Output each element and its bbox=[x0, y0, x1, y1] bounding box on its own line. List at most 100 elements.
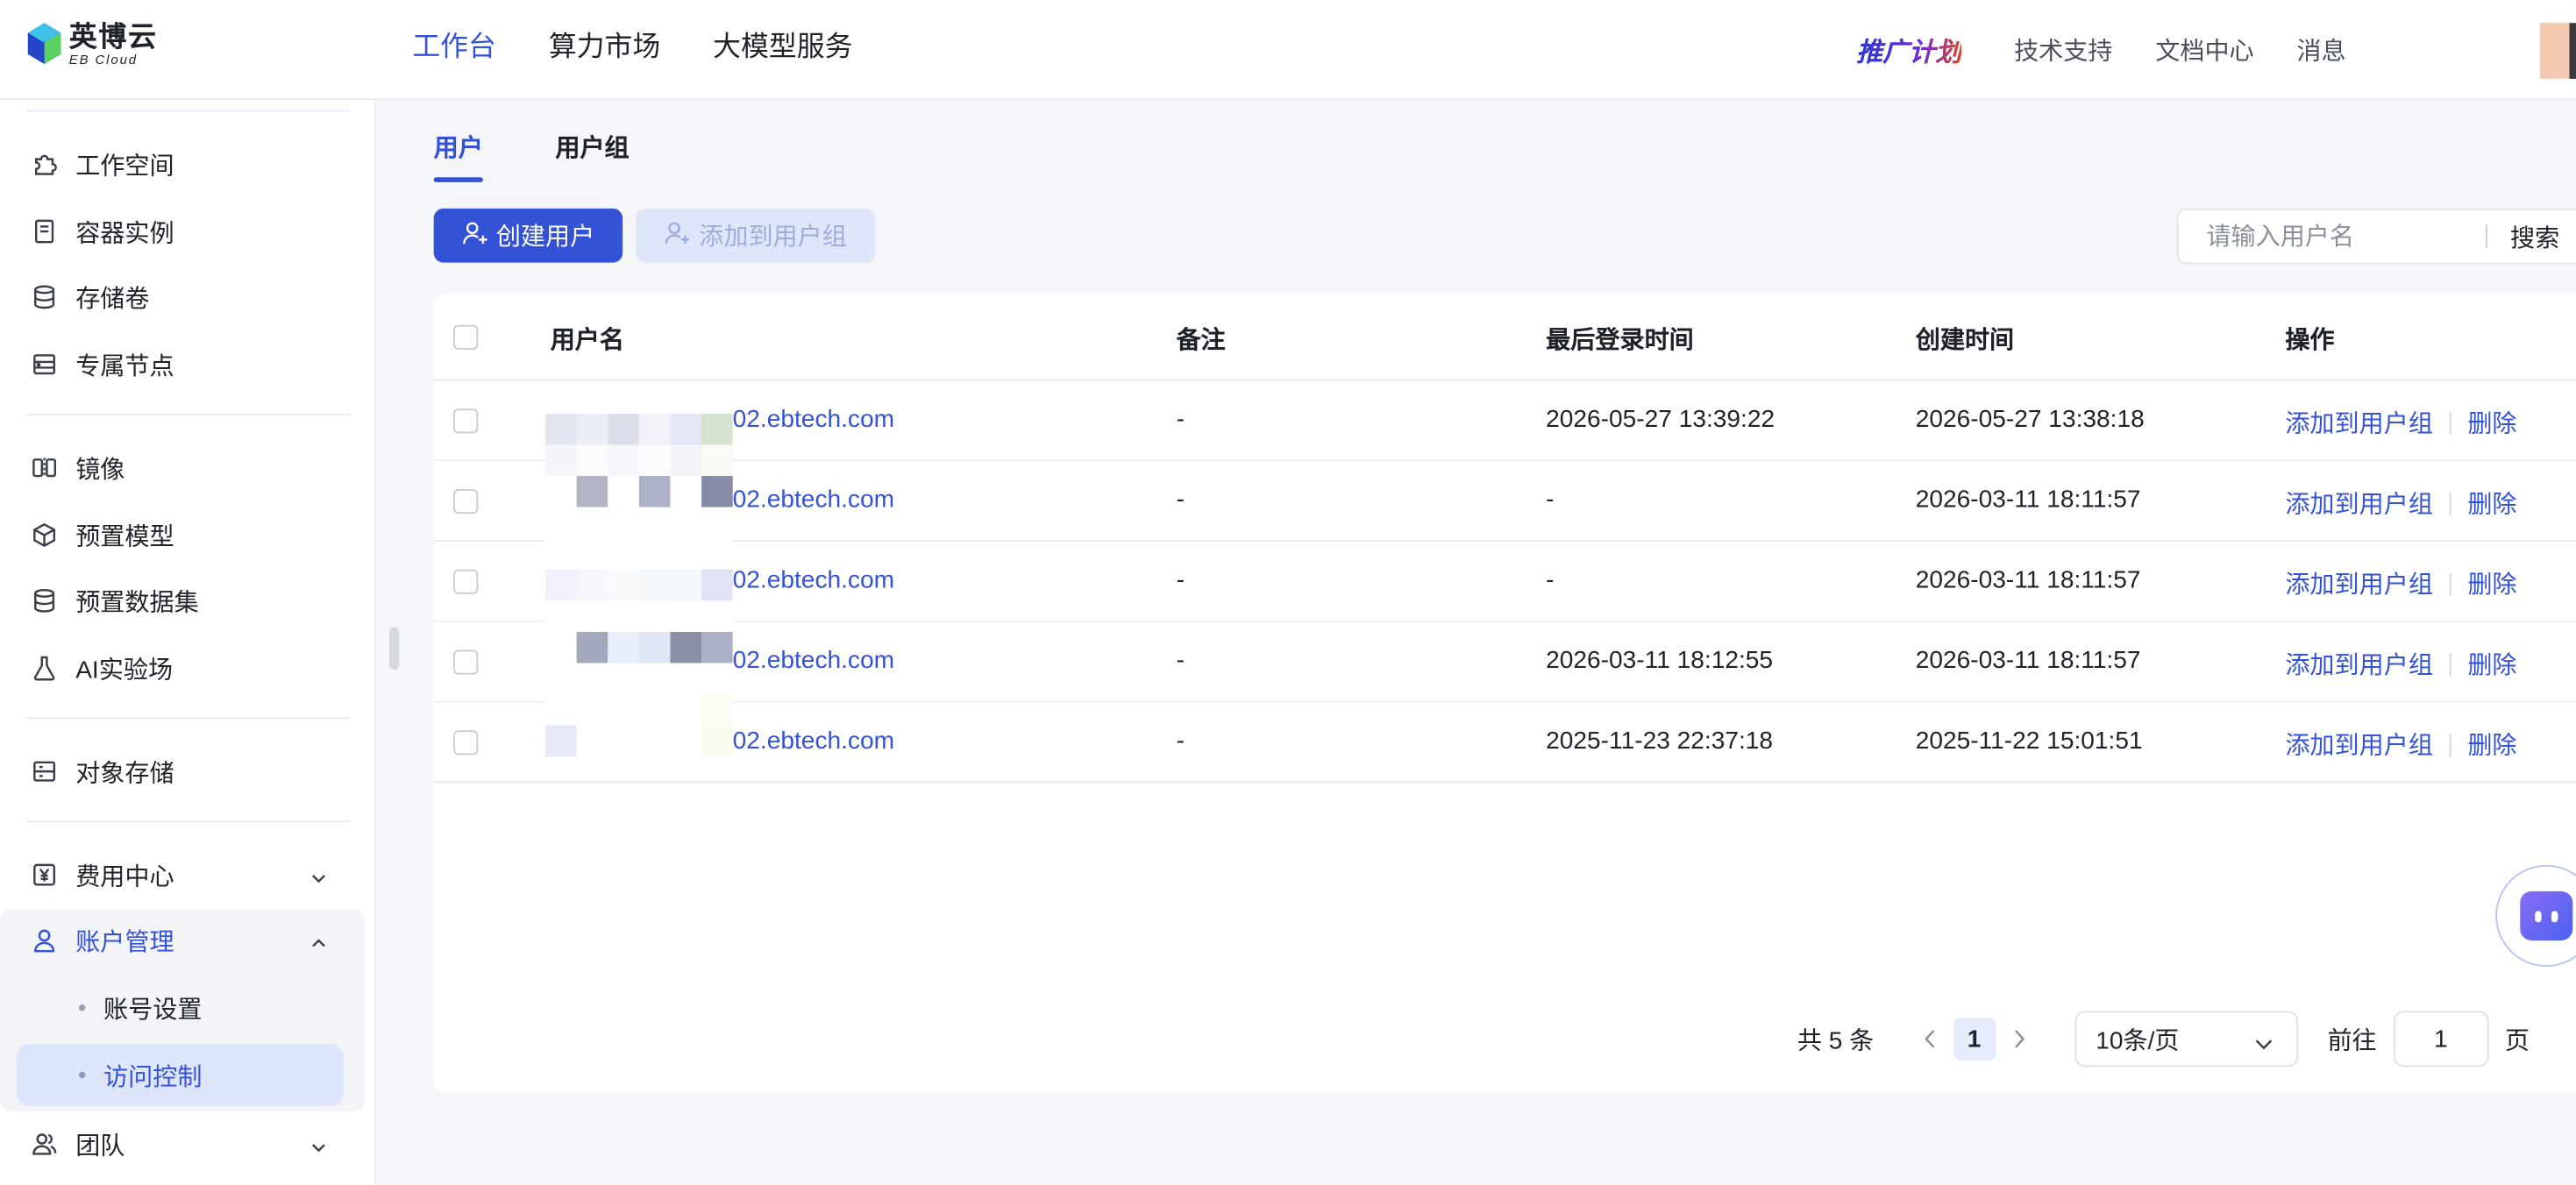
sidebar-item-image[interactable]: 镜像 bbox=[0, 440, 376, 496]
created-cell: 2026-03-11 18:11:57 bbox=[1915, 566, 2141, 594]
chevron-down-icon bbox=[310, 1134, 327, 1153]
logo[interactable]: 英博云 EB Cloud bbox=[26, 21, 158, 67]
sidebar-item-label: 账户管理 bbox=[75, 927, 174, 956]
sidebar-item-workspace[interactable]: 工作空间 bbox=[0, 136, 376, 192]
action-divider bbox=[2449, 571, 2451, 595]
sidebar-item-label: 专属节点 bbox=[75, 351, 174, 380]
app-root: 英博云 EB Cloud 工作台 算力市场 大模型服务 推广计划 技术支持 文档… bbox=[0, 0, 2576, 1185]
messages-link[interactable]: 消息 bbox=[2296, 32, 2345, 67]
last-login-cell: 2026-05-27 13:39:22 bbox=[1546, 405, 1775, 434]
delete-action[interactable]: 删除 bbox=[2467, 566, 2516, 600]
sidebar-item-label: 费用中心 bbox=[75, 862, 174, 891]
tab-user-groups[interactable]: 用户组 bbox=[555, 131, 629, 181]
add-to-group-action[interactable]: 添加到用户组 bbox=[2285, 566, 2433, 600]
table-row: 02.ebtech.com - - 2026-03-11 18:11:57 添加… bbox=[433, 542, 2576, 622]
dataset-icon bbox=[30, 586, 60, 616]
sidebar-item-container[interactable]: 容器实例 bbox=[0, 203, 376, 259]
goto-page-input[interactable] bbox=[2393, 1011, 2489, 1068]
sidebar-item-label: 预置模型 bbox=[75, 522, 174, 551]
sidebar-item-billing[interactable]: 费用中心 bbox=[0, 847, 376, 903]
last-login-cell: 2025-11-23 22:37:18 bbox=[1546, 727, 1774, 756]
add-to-group-button[interactable]: 添加到用户组 bbox=[636, 208, 876, 263]
topnav-compute-market[interactable]: 算力市场 bbox=[549, 28, 660, 67]
create-user-button[interactable]: 创建用户 bbox=[433, 208, 623, 263]
user-avatar[interactable] bbox=[2539, 23, 2576, 79]
topnav-workbench[interactable]: 工作台 bbox=[412, 28, 496, 67]
select-all-checkbox[interactable] bbox=[453, 324, 479, 350]
sidebar-resize-handle[interactable] bbox=[389, 627, 400, 671]
next-page-icon[interactable] bbox=[2005, 1025, 2032, 1052]
username-link[interactable]: 02.ebtech.com bbox=[733, 406, 894, 434]
row-actions: 添加到用户组 删除 bbox=[2285, 647, 2516, 681]
team-icon bbox=[30, 1129, 60, 1159]
sidebar-item-label: 容器实例 bbox=[75, 218, 174, 247]
topnav-llm-service[interactable]: 大模型服务 bbox=[713, 28, 852, 67]
add-to-group-label: 添加到用户组 bbox=[699, 223, 847, 252]
sidebar-item-preset-dataset[interactable]: 预置数据集 bbox=[0, 573, 376, 629]
action-divider bbox=[2449, 491, 2451, 515]
delete-action[interactable]: 删除 bbox=[2467, 647, 2516, 681]
tab-users[interactable]: 用户 bbox=[433, 131, 483, 182]
table-row: 02.ebtech.com - 2026-03-11 18:12:55 2026… bbox=[433, 622, 2576, 703]
support-link[interactable]: 技术支持 bbox=[2014, 32, 2112, 67]
prev-page-icon[interactable] bbox=[1917, 1025, 1943, 1052]
sidebar-item-preset-model[interactable]: 预置模型 bbox=[0, 507, 376, 564]
note-cell: - bbox=[1176, 646, 1185, 675]
row-checkbox[interactable] bbox=[453, 649, 479, 675]
chevron-down-icon bbox=[2253, 1031, 2273, 1059]
row-actions: 添加到用户组 删除 bbox=[2285, 486, 2516, 520]
node-icon bbox=[30, 350, 60, 380]
row-checkbox[interactable] bbox=[453, 730, 479, 756]
sidebar-subitem-account-settings[interactable]: 账号设置 bbox=[17, 976, 344, 1039]
row-actions: 添加到用户组 删除 bbox=[2285, 406, 2516, 440]
row-checkbox[interactable] bbox=[453, 569, 479, 594]
row-checkbox[interactable] bbox=[453, 408, 479, 434]
sidebar-subitem-access-control[interactable]: 访问控制 bbox=[16, 1043, 344, 1107]
users-table: 用户名 备注 最后登录时间 创建时间 操作 02.ebtech.com - 20… bbox=[433, 294, 2576, 1094]
username-link[interactable]: 02.ebtech.com bbox=[733, 486, 894, 514]
username-link[interactable]: 02.ebtech.com bbox=[733, 647, 894, 675]
promo-link[interactable]: 推广计划 bbox=[1856, 30, 1961, 69]
add-to-group-action[interactable]: 添加到用户组 bbox=[2285, 647, 2433, 681]
top-links: 推广计划 技术支持 文档中心 消息 bbox=[1856, 30, 2345, 69]
mirror-icon bbox=[30, 453, 60, 483]
sidebar-item-dedicated-node[interactable]: 专属节点 bbox=[0, 337, 376, 393]
docs-link[interactable]: 文档中心 bbox=[2155, 32, 2253, 67]
sidebar-divider bbox=[25, 110, 351, 112]
created-cell: 2025-11-22 15:01:51 bbox=[1915, 727, 2143, 756]
page-number[interactable]: 1 bbox=[1953, 1018, 1996, 1061]
goto-label: 前往 bbox=[2327, 1026, 2377, 1055]
search-button[interactable]: 搜索 bbox=[2510, 219, 2559, 253]
sidebar-item-volume[interactable]: 存储卷 bbox=[0, 269, 376, 325]
sidebar-divider bbox=[25, 820, 351, 823]
delete-action[interactable]: 删除 bbox=[2467, 727, 2516, 762]
add-to-group-action[interactable]: 添加到用户组 bbox=[2285, 486, 2433, 520]
add-to-group-action[interactable]: 添加到用户组 bbox=[2285, 406, 2433, 440]
add-user-icon bbox=[461, 219, 489, 252]
created-cell: 2026-05-27 13:38:18 bbox=[1915, 405, 2145, 434]
column-header-created: 创建时间 bbox=[1915, 326, 2015, 355]
bullet-icon bbox=[78, 1071, 86, 1079]
sidebar-item-object-storage[interactable]: 对象存储 bbox=[0, 743, 376, 799]
sidebar-subitem-label: 账号设置 bbox=[103, 995, 203, 1024]
sidebar-item-ai-lab[interactable]: AI实验场 bbox=[0, 640, 376, 696]
cube-icon bbox=[30, 521, 60, 550]
search-input[interactable] bbox=[2206, 211, 2486, 261]
sidebar-item-team[interactable]: 团队 bbox=[0, 1116, 376, 1172]
sidebar-item-account-management[interactable]: 账户管理 bbox=[0, 912, 376, 969]
page-size-select[interactable]: 10条/页 bbox=[2074, 1011, 2298, 1068]
row-checkbox[interactable] bbox=[453, 489, 479, 514]
logo-icon bbox=[26, 21, 62, 67]
flask-icon bbox=[30, 653, 60, 683]
add-to-group-action[interactable]: 添加到用户组 bbox=[2285, 727, 2433, 762]
created-cell: 2026-03-11 18:11:57 bbox=[1915, 646, 2141, 675]
delete-action[interactable]: 删除 bbox=[2467, 486, 2516, 520]
search-box: 搜索 bbox=[2176, 208, 2576, 265]
last-login-cell: - bbox=[1546, 486, 1555, 514]
storage-icon bbox=[30, 756, 60, 786]
username-link[interactable]: 02.ebtech.com bbox=[733, 727, 894, 756]
delete-action[interactable]: 删除 bbox=[2467, 406, 2516, 440]
top-header: 英博云 EB Cloud 工作台 算力市场 大模型服务 推广计划 技术支持 文档… bbox=[0, 0, 2576, 101]
username-link[interactable]: 02.ebtech.com bbox=[733, 566, 894, 594]
top-nav: 工作台 算力市场 大模型服务 bbox=[412, 28, 852, 67]
